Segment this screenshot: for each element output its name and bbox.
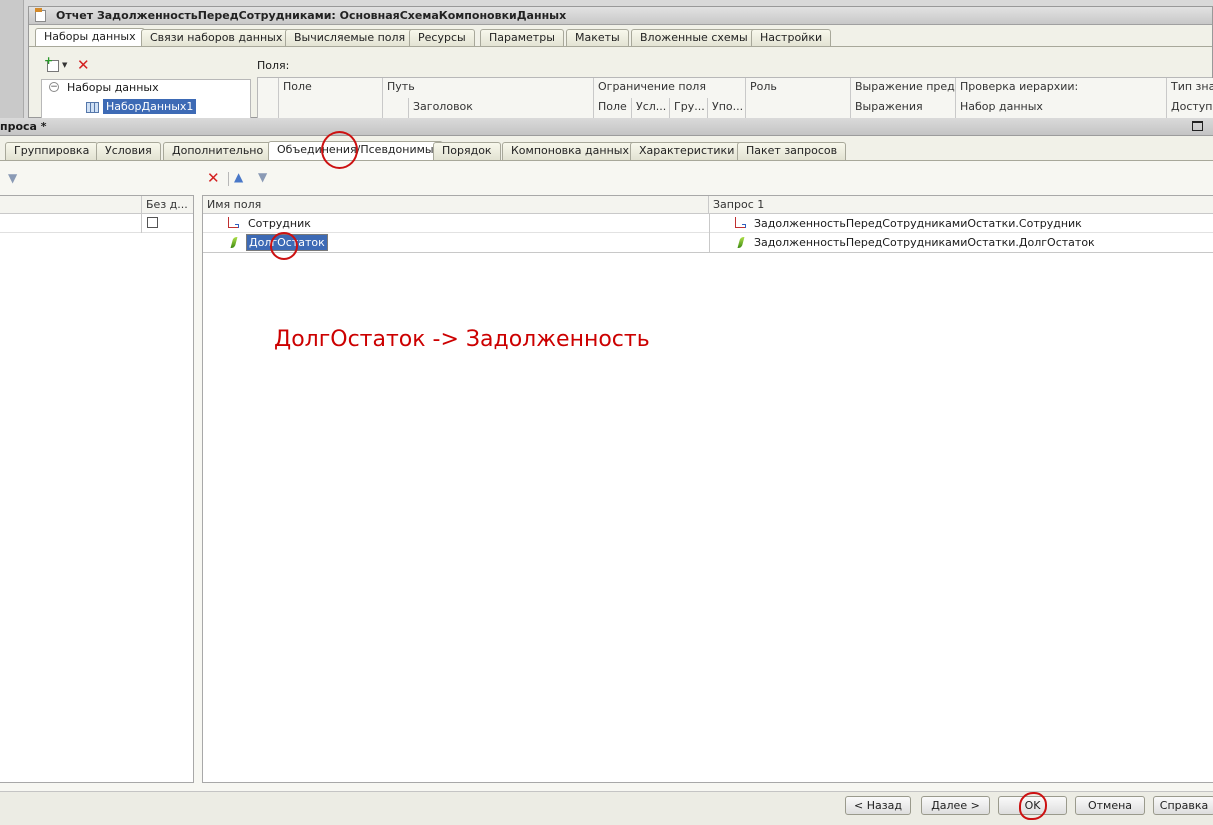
- bg-tab-line: [29, 46, 1212, 47]
- fields-grid-header: Поле Путь Заголовок Ограничение поля Пол…: [258, 78, 1213, 118]
- tab-additional[interactable]: Дополнительно: [163, 142, 273, 160]
- toolbar-separator: [228, 172, 229, 186]
- collapse-icon[interactable]: −: [49, 82, 59, 92]
- left-list-header: Без д...: [0, 196, 193, 214]
- col-type-sub[interactable]: Доступн: [1167, 98, 1213, 118]
- col-type[interactable]: Тип знач: [1167, 78, 1213, 98]
- tree-root-label[interactable]: Наборы данных: [67, 81, 159, 94]
- tab-query-batch[interactable]: Пакет запросов: [737, 142, 847, 160]
- bg-window: Отчет ЗадолженностьПередСотрудниками: Ос…: [0, 0, 1213, 119]
- col-query-1[interactable]: Запрос 1: [709, 196, 1213, 214]
- button-bar: < Назад Далее > OK Отмена Справка: [0, 791, 1213, 825]
- fields-label: Поля:: [257, 59, 290, 72]
- tab-resources[interactable]: Ресурсы: [409, 29, 475, 47]
- col-field-name[interactable]: Имя поля: [203, 196, 709, 214]
- table-row[interactable]: Сотрудник ЗадолженностьПередСотрудниками…: [203, 214, 1213, 233]
- dimension-icon: [228, 217, 239, 228]
- tab-data-composition[interactable]: Компоновка данных: [502, 142, 638, 160]
- col-hierarchy[interactable]: Проверка иерархии:: [956, 78, 1167, 98]
- tab-datasets[interactable]: Наборы данных: [35, 28, 145, 47]
- annotation-circle: [321, 131, 358, 169]
- tab-settings[interactable]: Настройки: [751, 29, 832, 47]
- no-duplicates-checkbox[interactable]: [147, 217, 158, 228]
- qb-title-bar: проса *: [0, 118, 1213, 136]
- rename-annotation: ДолгОстаток -> Задолженность: [274, 327, 650, 352]
- tree-child-label[interactable]: НаборДанных1: [103, 99, 197, 114]
- bg-title-bar: Отчет ЗадолженностьПередСотрудниками: Ос…: [29, 7, 1212, 25]
- tab-characteristics[interactable]: Характеристики: [630, 142, 744, 160]
- tab-layouts[interactable]: Макеты: [566, 29, 629, 47]
- delete-icon[interactable]: ✕: [207, 169, 220, 187]
- aliases-grid: Имя поля Запрос 1 Сотрудник Задолженност…: [202, 195, 1213, 783]
- col-limit-order[interactable]: Упо...: [708, 98, 746, 118]
- tab-calculated-fields[interactable]: Вычисляемые поля: [285, 29, 415, 47]
- datasets-tree: − Наборы данных НаборДанных1: [41, 79, 251, 119]
- help-button[interactable]: Справка: [1153, 796, 1213, 815]
- bg-left-margin: [0, 0, 24, 118]
- col-hierarchy-sub[interactable]: Набор данных: [956, 98, 1167, 118]
- col-expr-sub[interactable]: Выражения: [851, 98, 956, 118]
- col-expr[interactable]: Выражение пред...: [851, 78, 956, 98]
- bg-inner-frame: Отчет ЗадолженностьПередСотрудниками: Ос…: [28, 6, 1213, 119]
- annotation-circle: [270, 232, 298, 260]
- document-icon: [35, 8, 46, 22]
- left-list-panel: Без д...: [0, 195, 194, 783]
- table-icon: [86, 102, 99, 113]
- resource-icon: [737, 237, 745, 248]
- left-list-row: [0, 214, 193, 233]
- tab-order[interactable]: Порядок: [433, 142, 501, 160]
- col-field[interactable]: Поле: [278, 78, 383, 118]
- back-button[interactable]: < Назад: [845, 796, 911, 815]
- move-up-icon[interactable]: ▲: [234, 170, 243, 184]
- col-limit-field[interactable]: Поле: [594, 98, 632, 118]
- move-down-icon[interactable]: ▼: [258, 170, 267, 184]
- source-field-cell[interactable]: ЗадолженностьПередСотрудникамиОстатки.До…: [754, 236, 1095, 249]
- col-no-duplicates[interactable]: Без д...: [141, 196, 193, 214]
- tab-grouping[interactable]: Группировка: [5, 142, 99, 160]
- arrow-down-icon[interactable]: ▼: [8, 171, 17, 185]
- col-path[interactable]: Путь: [383, 78, 594, 98]
- field-name-cell[interactable]: Сотрудник: [248, 217, 311, 230]
- delete-icon[interactable]: ✕: [77, 56, 90, 74]
- fields-grid: Поле Путь Заголовок Ограничение поля Пол…: [257, 77, 1213, 119]
- query-builder-window: проса * Группировка Условия Дополнительн…: [0, 118, 1213, 825]
- next-button[interactable]: Далее >: [921, 796, 990, 815]
- maximize-icon[interactable]: [1192, 121, 1203, 131]
- table-row[interactable]: ДолгОстаток ЗадолженностьПередСотрудника…: [203, 233, 1213, 253]
- tab-parameters[interactable]: Параметры: [480, 29, 564, 47]
- source-field-cell[interactable]: ЗадолженностьПередСотрудникамиОстатки.Со…: [754, 217, 1082, 230]
- cancel-button[interactable]: Отмена: [1075, 796, 1145, 815]
- col-role[interactable]: Роль: [746, 78, 851, 118]
- tab-conditions[interactable]: Условия: [96, 142, 161, 160]
- col-limit[interactable]: Ограничение поля: [594, 78, 746, 98]
- bg-window-title: Отчет ЗадолженностьПередСотрудниками: Ос…: [56, 9, 567, 22]
- aliases-grid-header: Имя поля Запрос 1: [203, 196, 1213, 214]
- col-limit-cond[interactable]: Усл...: [632, 98, 670, 118]
- annotation-circle: [1019, 792, 1047, 820]
- qb-window-title: проса *: [0, 120, 47, 133]
- tab-nested-schemas[interactable]: Вложенные схемы: [631, 29, 757, 47]
- resource-icon: [230, 237, 238, 248]
- tab-dataset-links[interactable]: Связи наборов данных: [141, 29, 292, 47]
- add-dataset-icon[interactable]: +: [44, 55, 59, 72]
- dimension-icon: [735, 217, 746, 228]
- col-title[interactable]: Заголовок: [408, 98, 594, 118]
- chevron-down-icon[interactable]: ▼: [62, 61, 67, 69]
- col-limit-group[interactable]: Гру...: [670, 98, 708, 118]
